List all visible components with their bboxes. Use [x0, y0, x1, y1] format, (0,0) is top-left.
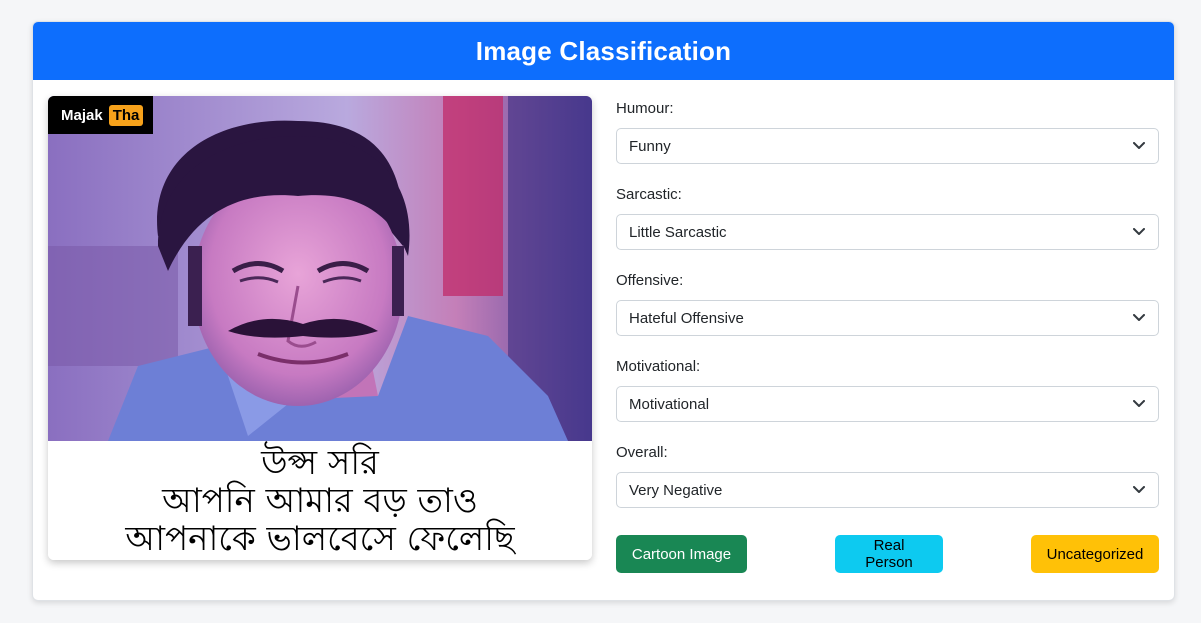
classification-card: Image Classification Majak Tha উপ্স সরি … [32, 21, 1175, 601]
offensive-field: Offensive: Hateful Offensive [616, 268, 1159, 354]
sarcastic-value: Little Sarcastic [629, 223, 727, 241]
chevron-down-icon [1132, 483, 1146, 497]
caption-line: আপনাকে ভালবেসে ফেলেছি [125, 518, 515, 559]
chevron-down-icon [1132, 311, 1146, 325]
sarcastic-select[interactable]: Little Sarcastic [616, 214, 1159, 250]
meme-image: Majak Tha উপ্স সরি আপনি আমার বড় তাও আপন… [48, 96, 592, 560]
action-buttons: Cartoon Image Real Person Uncategorized [616, 535, 1159, 573]
caption-line: উপ্স সরি [261, 442, 379, 483]
humour-value: Funny [629, 137, 671, 155]
brand-text-tha: Tha [108, 104, 144, 126]
uncategorized-button[interactable]: Uncategorized [1031, 535, 1159, 573]
motivational-value: Motivational [629, 395, 710, 413]
humour-select[interactable]: Funny [616, 128, 1159, 164]
offensive-select[interactable]: Hateful Offensive [616, 300, 1159, 336]
cartoon-image-button[interactable]: Cartoon Image [616, 535, 747, 573]
classification-form: Humour: Funny Sarcastic: Little Sarcasti… [616, 96, 1159, 526]
caption-line: আপনি আমার বড় তাও [162, 480, 478, 521]
overall-label: Overall: [616, 444, 668, 461]
humour-label: Humour: [616, 100, 674, 117]
overall-select[interactable]: Very Negative [616, 472, 1159, 508]
overall-field: Overall: Very Negative [616, 440, 1159, 526]
brand-watermark: Majak Tha [48, 96, 154, 134]
sarcastic-label: Sarcastic: [616, 186, 682, 203]
motivational-label: Motivational: [616, 358, 701, 375]
card-header: Image Classification [33, 22, 1174, 80]
page-title: Image Classification [475, 35, 732, 66]
humour-field: Humour: Funny [616, 96, 1159, 182]
chevron-down-icon [1132, 397, 1146, 411]
overall-value: Very Negative [629, 481, 723, 499]
chevron-down-icon [1132, 225, 1146, 239]
offensive-value: Hateful Offensive [629, 309, 744, 327]
real-person-button[interactable]: Real Person [835, 535, 943, 573]
brand-text-majak: Majak [61, 106, 103, 124]
meme-caption: উপ্স সরি আপনি আমার বড় তাও আপনাকে ভালবেস… [48, 441, 592, 560]
meme-photo [48, 96, 592, 441]
offensive-label: Offensive: [616, 272, 684, 289]
sarcastic-field: Sarcastic: Little Sarcastic [616, 182, 1159, 268]
chevron-down-icon [1132, 139, 1146, 153]
motivational-field: Motivational: Motivational [616, 354, 1159, 440]
motivational-select[interactable]: Motivational [616, 386, 1159, 422]
